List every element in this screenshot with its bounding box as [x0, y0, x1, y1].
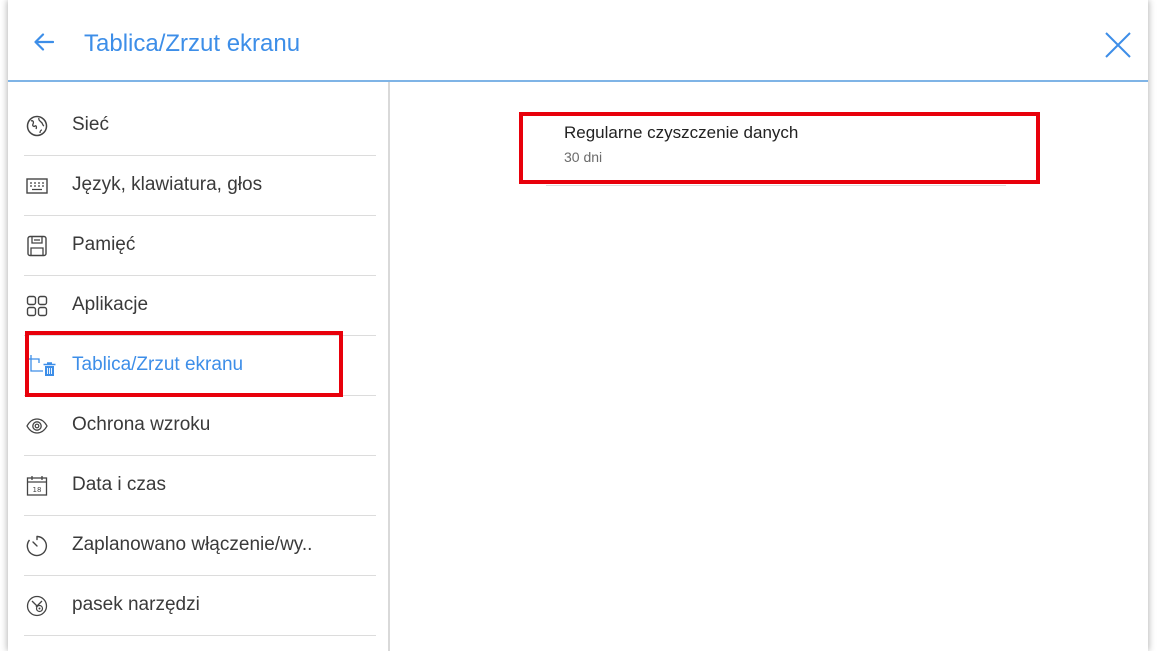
- keyboard-icon: [26, 175, 48, 197]
- globe-icon: [26, 115, 48, 137]
- sidebar-item-label: Język, klawiatura, głos: [72, 174, 263, 195]
- sidebar-item-label: pasek narzędzi: [72, 594, 200, 615]
- highlight-box-sidebar: [25, 331, 343, 397]
- sidebar-item-pasek-narzedzi[interactable]: pasek narzędzi: [24, 576, 376, 636]
- sidebar-item-label: Pamięć: [72, 234, 136, 255]
- sidebar-item-ochrona-wzroku[interactable]: Ochrona wzroku: [24, 396, 376, 456]
- svg-text:18: 18: [33, 486, 42, 494]
- calendar-icon: 18: [26, 475, 48, 497]
- sidebar-item-label: Aplikacje: [72, 294, 149, 315]
- toolbar-icon: [26, 595, 48, 617]
- sidebar-item-siec[interactable]: Sieć: [24, 96, 376, 156]
- sidebar-item-label: Sieć: [72, 114, 109, 135]
- sidebar-item-jezyk[interactable]: Język, klawiatura, głos: [24, 156, 376, 216]
- header: Tablica/Zrzut ekranu: [8, 0, 1148, 82]
- sidebar-item-data-i-czas[interactable]: 18 Data i czas: [24, 456, 376, 516]
- page-title: Tablica/Zrzut ekranu: [84, 30, 301, 57]
- timer-icon: [26, 535, 48, 557]
- eye-icon: [26, 415, 48, 437]
- highlight-box-setting: [519, 112, 1040, 184]
- sidebar-item-label: Ochrona wzroku: [72, 414, 211, 435]
- apps-grid-icon: [26, 295, 48, 317]
- storage-icon: [26, 235, 48, 257]
- close-icon[interactable]: [1104, 31, 1132, 59]
- arrow-left-icon[interactable]: [34, 33, 54, 51]
- sidebar-item-zaplanowano[interactable]: Zaplanowano włączenie/wy..: [24, 516, 376, 576]
- settings-panel: Tablica/Zrzut ekranu Sieć Język, klawiat…: [8, 0, 1148, 651]
- sidebar-item-label: Zaplanowano włączenie/wy..: [72, 534, 313, 555]
- sidebar-item-aplikacje[interactable]: Aplikacje: [24, 276, 376, 336]
- sidebar-item-label: Data i czas: [72, 474, 166, 495]
- sidebar-item-pamiec[interactable]: Pamięć: [24, 216, 376, 276]
